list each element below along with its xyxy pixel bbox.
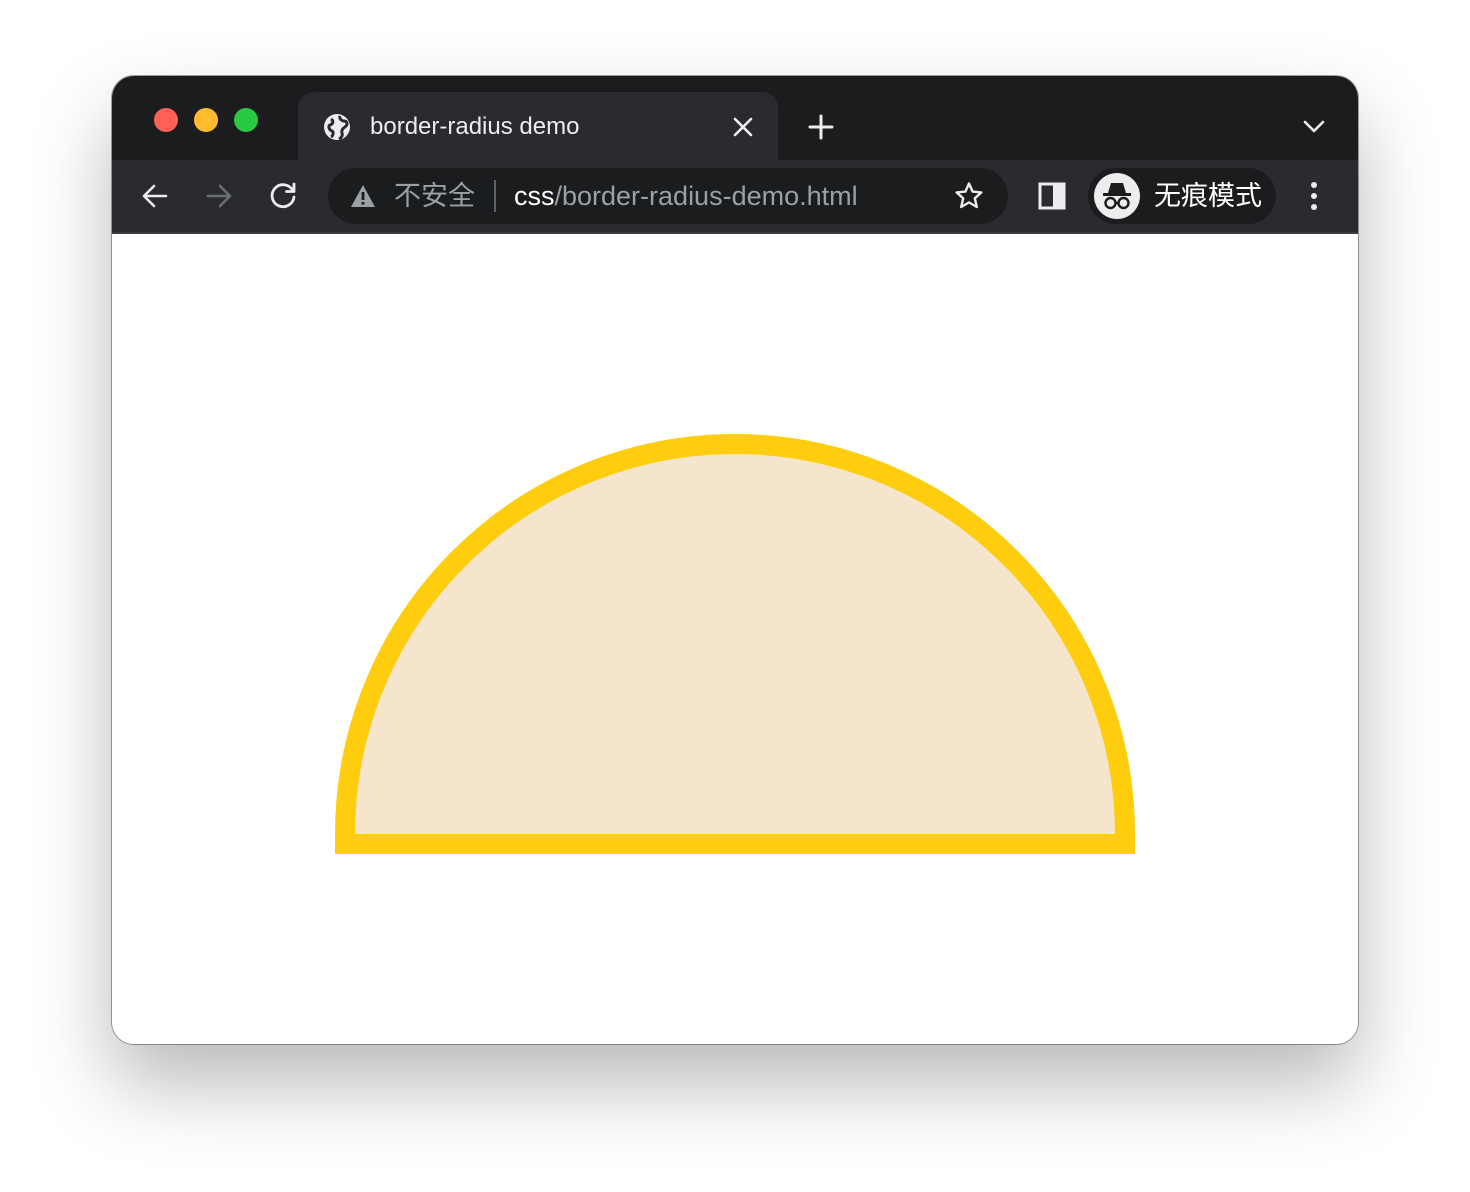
arrow-right-icon[interactable]	[204, 181, 234, 211]
browser-window: border-radius demo 不安全 css/border-radius…	[112, 76, 1358, 1044]
security-status-label[interactable]: 不安全	[394, 181, 475, 211]
star-icon[interactable]	[954, 181, 984, 211]
close-icon[interactable]	[732, 116, 754, 138]
incognito-avatar	[1094, 173, 1140, 219]
plus-icon[interactable]	[806, 112, 836, 142]
warning-triangle-icon[interactable]	[350, 184, 376, 208]
url-path: /border-radius-demo.html	[554, 181, 858, 211]
side-panel-icon[interactable]	[1038, 182, 1066, 210]
url-host: css	[514, 181, 555, 211]
window-minimize-button[interactable]	[194, 108, 218, 132]
half-circle-demo	[335, 434, 1135, 854]
tab-active[interactable]: border-radius demo	[298, 92, 778, 160]
page-content	[112, 234, 1358, 1044]
toolbar: 不安全 css/border-radius-demo.html 无痕模式	[112, 160, 1358, 234]
tab-strip: border-radius demo	[112, 76, 1358, 160]
incognito-indicator[interactable]: 无痕模式	[1088, 168, 1276, 224]
address-bar[interactable]: 不安全 css/border-radius-demo.html	[328, 168, 1008, 224]
window-maximize-button[interactable]	[234, 108, 258, 132]
url-text[interactable]: css/border-radius-demo.html	[514, 181, 858, 211]
incognito-icon	[1103, 183, 1131, 210]
chevron-down-icon[interactable]	[1302, 116, 1326, 136]
arrow-left-icon[interactable]	[140, 181, 170, 211]
window-close-button[interactable]	[154, 108, 178, 132]
address-divider	[494, 180, 496, 212]
tab-title: border-radius demo	[370, 113, 580, 140]
reload-icon[interactable]	[268, 181, 298, 211]
incognito-label: 无痕模式	[1154, 181, 1262, 211]
globe-icon	[324, 114, 350, 141]
more-vertical-icon[interactable]	[1302, 180, 1326, 212]
